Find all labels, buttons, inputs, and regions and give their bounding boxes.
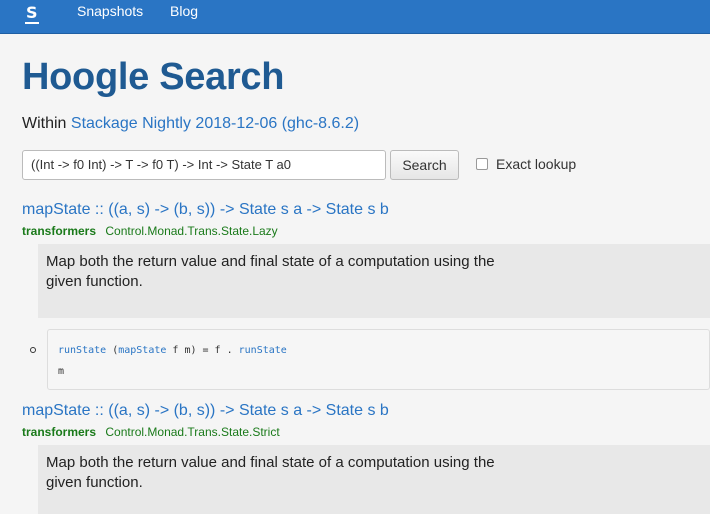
result-signature-link[interactable]: mapState :: ((a, s) -> (b, s)) -> State …: [22, 201, 389, 219]
code-fn-runstate[interactable]: runState: [58, 345, 106, 356]
result-doc-box: Map both the return value and final stat…: [38, 445, 710, 514]
search-input[interactable]: ((Int -> f0 Int) -> T -> f0 T) -> Int ->…: [22, 150, 386, 180]
nav-link-blog[interactable]: Blog: [170, 3, 198, 19]
top-navbar: S Snapshots Blog: [0, 0, 710, 34]
search-button[interactable]: Search: [390, 150, 459, 180]
stackage-logo[interactable]: S: [25, 3, 39, 24]
exact-lookup-checkbox[interactable]: [476, 158, 488, 170]
result-module-link[interactable]: Control.Monad.Trans.State.Strict: [105, 425, 279, 439]
page-title: Hoogle Search: [22, 56, 285, 98]
code-fn-mapstate[interactable]: mapState: [118, 345, 166, 356]
result-module-link[interactable]: Control.Monad.Trans.State.Lazy: [105, 224, 277, 238]
result-meta: transformers Control.Monad.Trans.State.L…: [22, 224, 278, 238]
result-doc-text: Map both the return value and final stat…: [46, 253, 495, 290]
within-prefix: Within: [22, 115, 67, 132]
code-text: (: [106, 345, 119, 356]
result-signature-link[interactable]: mapState :: ((a, s) -> (b, s)) -> State …: [22, 402, 389, 420]
nav-link-snapshots[interactable]: Snapshots: [77, 3, 143, 19]
result-package-link[interactable]: transformers: [22, 425, 96, 439]
code-line-2: m: [58, 366, 65, 377]
result-doc-box: Map both the return value and final stat…: [38, 244, 710, 318]
result-meta: transformers Control.Monad.Trans.State.S…: [22, 425, 280, 439]
code-text: f m) = f .: [166, 345, 239, 356]
snapshot-context: Within Stackage Nightly 2018-12-06 (ghc-…: [22, 115, 359, 133]
snapshot-link[interactable]: Stackage Nightly 2018-12-06 (ghc-8.6.2): [71, 115, 359, 132]
code-fn-runstate[interactable]: runState: [239, 345, 287, 356]
list-bullet-icon: [30, 347, 36, 353]
result-package-link[interactable]: transformers: [22, 224, 96, 238]
code-example: runState (mapState f m) = f . runState m: [47, 329, 710, 390]
code-line-1: runState (mapState f m) = f . runState: [58, 345, 287, 356]
result-doc-text: Map both the return value and final stat…: [46, 454, 495, 491]
exact-lookup-label: Exact lookup: [496, 156, 577, 172]
